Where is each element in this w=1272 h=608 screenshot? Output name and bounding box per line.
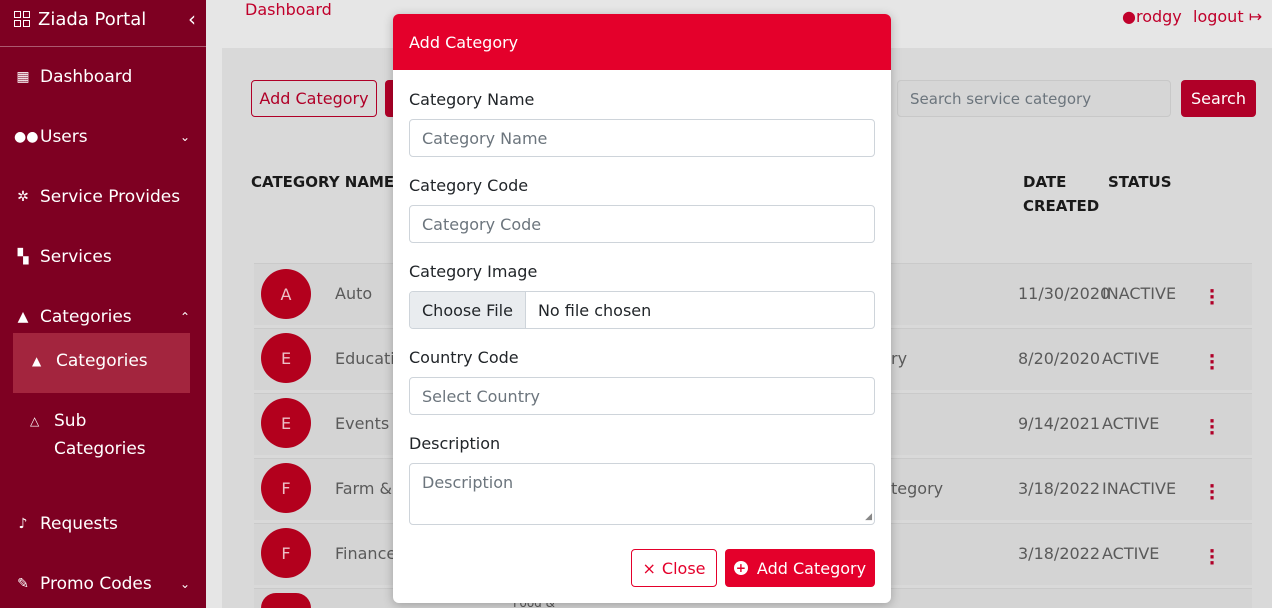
close-label: Close <box>661 558 706 578</box>
file-status: No file chosen <box>537 300 652 320</box>
description-placeholder: Description <box>422 473 514 492</box>
country-select[interactable]: Select Country <box>409 377 875 415</box>
modal-title: Add Category <box>393 14 891 70</box>
category-name-input[interactable]: Category Name <box>409 119 875 157</box>
resize-handle-icon[interactable]: ◢ <box>865 512 872 522</box>
category-image-file-input[interactable]: Choose File No file chosen <box>409 291 875 329</box>
category-name-label: Category Name <box>409 90 535 109</box>
add-category-submit-button[interactable]: + Add Category <box>725 549 875 587</box>
description-label: Description <box>409 434 501 453</box>
category-code-input[interactable]: Category Code <box>409 205 875 243</box>
add-category-modal: Add Category Category Name Category Name… <box>393 14 891 603</box>
close-icon: × <box>642 558 656 578</box>
plus-circle-icon: + <box>733 561 748 575</box>
country-code-label: Country Code <box>409 348 519 367</box>
category-image-label: Category Image <box>409 262 538 281</box>
category-code-label: Category Code <box>409 176 529 195</box>
description-textarea[interactable]: Description ◢ <box>409 463 875 525</box>
add-category-label: Add Category <box>756 558 867 578</box>
close-button[interactable]: × Close <box>631 549 717 587</box>
choose-file-button[interactable]: Choose File <box>410 292 526 328</box>
